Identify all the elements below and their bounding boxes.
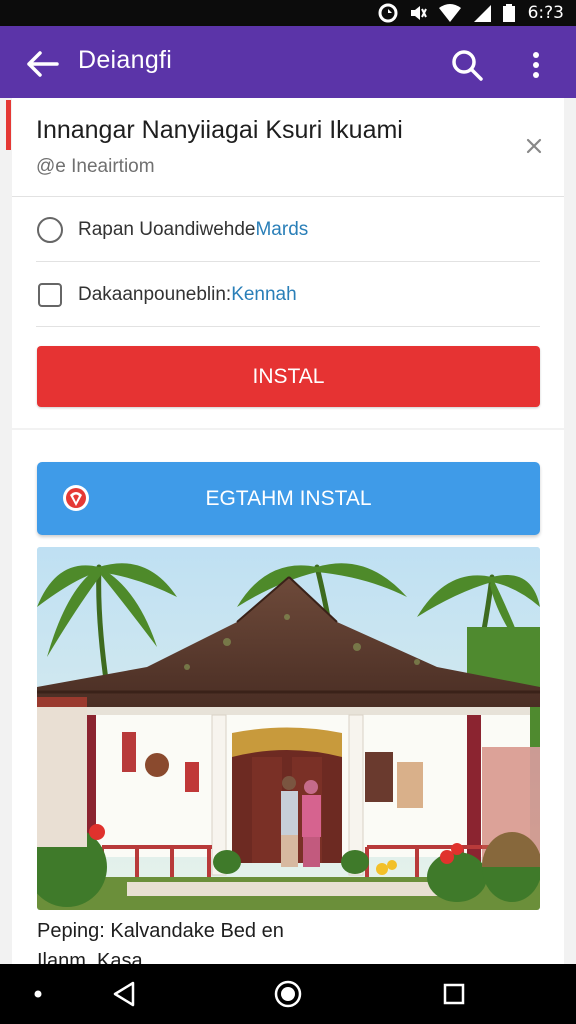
option-link[interactable]: Mards <box>255 219 308 241</box>
divider <box>36 261 540 262</box>
close-icon <box>526 138 542 154</box>
square-outline-icon <box>38 283 62 307</box>
install-button[interactable]: INSTAL <box>37 346 540 407</box>
caption-line-1: Peping: Kalvandake Bed en <box>37 920 284 942</box>
more-vert-icon <box>533 52 539 78</box>
secondary-install-button[interactable]: EGTAHM INSTAL <box>37 462 540 535</box>
app-title: Deiangfi <box>78 46 173 74</box>
home-circle-icon <box>274 980 302 1008</box>
nav-dot-button[interactable] <box>20 976 56 1012</box>
divider <box>36 326 540 327</box>
mute-icon <box>410 6 427 20</box>
nav-recents-button[interactable] <box>436 976 472 1012</box>
option-row-kennah[interactable]: Dakaanpouneblin: Kennah <box>36 273 540 317</box>
back-button[interactable] <box>22 44 62 84</box>
option-link[interactable]: Kennah <box>231 284 297 306</box>
search-icon <box>452 50 483 81</box>
accent-bar <box>6 100 11 150</box>
system-nav-bar <box>0 964 576 1024</box>
app-info-card: Innangar Nanyiiagai Ksuri Ikuami @e Inea… <box>12 98 564 428</box>
caption-line-2: Ilanm, Kasa <box>37 950 143 964</box>
content-area: Innangar Nanyiiagai Ksuri Ikuami @e Inea… <box>0 98 576 964</box>
card-subtitle: @e Ineairtiom <box>36 156 155 177</box>
more-options-button[interactable] <box>518 44 554 86</box>
option-text: Dakaanpouneblin: <box>78 284 232 305</box>
secondary-install-label: EGTAHM INSTAL <box>205 486 372 510</box>
card-title: Innangar Nanyiiagai Ksuri Ikuami <box>36 116 403 144</box>
app-bar: Deiangfi <box>0 26 576 98</box>
recents-square-icon <box>443 983 465 1005</box>
nav-home-button[interactable] <box>270 976 306 1012</box>
status-bar: 6:?3 <box>0 0 576 26</box>
status-icons: 6:?3 <box>378 3 564 23</box>
option-text: Rapan Uoandiwehde <box>78 219 256 240</box>
search-button[interactable] <box>446 44 488 86</box>
signal-icon <box>473 5 491 22</box>
media-card: EGTAHM INSTAL Peping: Kalvandake Bed en … <box>12 430 564 964</box>
close-button[interactable] <box>522 134 546 158</box>
status-time: 6:?3 <box>527 3 564 23</box>
wifi-icon <box>438 4 461 22</box>
back-triangle-icon <box>113 981 135 1007</box>
nav-back-button[interactable] <box>106 976 142 1012</box>
battery-icon <box>502 4 515 22</box>
arrow-left-icon <box>27 51 59 77</box>
sync-icon <box>378 3 398 23</box>
house-photo-illustration <box>37 547 540 910</box>
divider <box>12 196 564 197</box>
house-photo-image[interactable] <box>37 547 540 910</box>
circle-outline-icon <box>37 217 63 243</box>
dot-icon <box>34 990 42 998</box>
shield-badge-icon <box>63 485 89 511</box>
option-row-mards[interactable]: Rapan Uoandiwehde Mards <box>36 208 540 252</box>
